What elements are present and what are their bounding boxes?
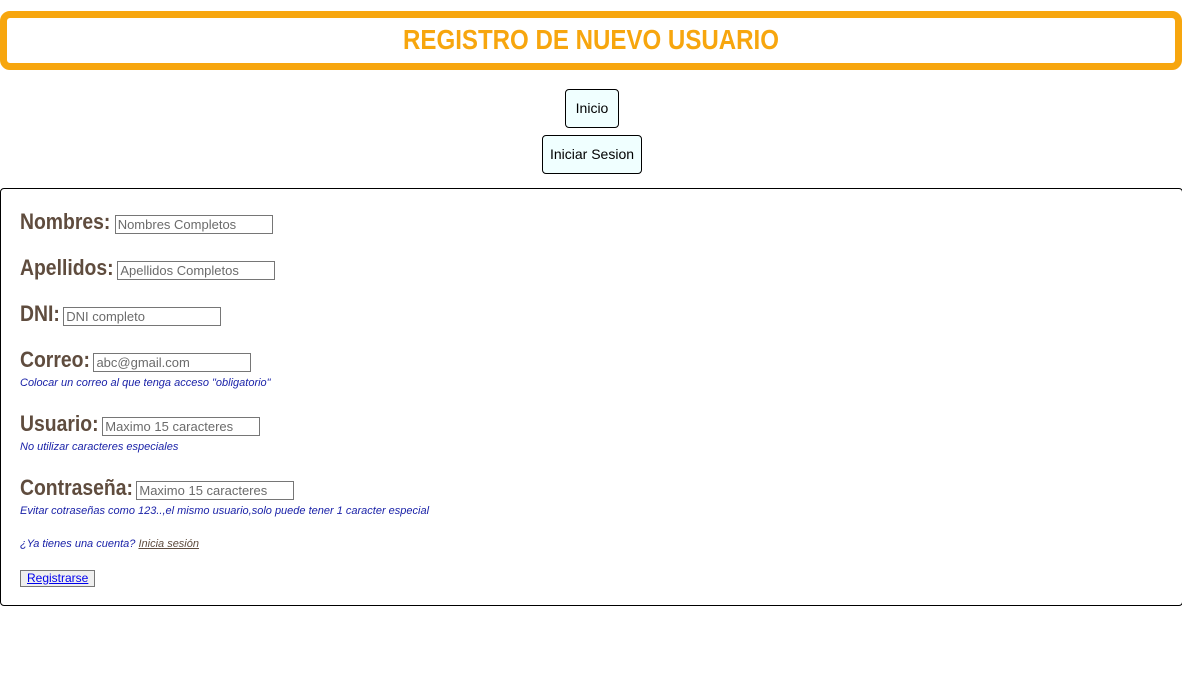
account-prompt-line: ¿Ya tienes una cuenta? Inicia sesión bbox=[20, 538, 199, 550]
correo-input[interactable] bbox=[93, 353, 252, 372]
nombres-input[interactable] bbox=[114, 215, 273, 234]
apellidos-row: Apellidos: bbox=[20, 255, 276, 281]
page-title: REGISTRO DE NUEVO USUARIO bbox=[403, 24, 779, 55]
usuario-hint: No utilizar caracteres especiales bbox=[20, 441, 179, 453]
login-button[interactable]: Iniciar Sesion bbox=[542, 135, 642, 174]
dni-row: DNI: bbox=[20, 301, 222, 327]
contrasena-row: Contraseña: bbox=[20, 475, 295, 501]
apellidos-input[interactable] bbox=[117, 261, 276, 280]
contrasena-hint: Evitar cotraseñas como 123..,el mismo us… bbox=[20, 505, 430, 517]
nombres-label: Nombres: bbox=[20, 209, 111, 234]
contrasena-input[interactable] bbox=[136, 481, 295, 500]
registration-form: Nombres: Apellidos: DNI: Correo: Colocar… bbox=[0, 188, 1182, 606]
login-link[interactable]: Inicia sesión bbox=[138, 538, 199, 550]
page-header-banner: REGISTRO DE NUEVO USUARIO bbox=[0, 11, 1182, 70]
nombres-row: Nombres: bbox=[20, 209, 273, 235]
dni-input[interactable] bbox=[63, 307, 222, 326]
correo-label: Correo: bbox=[20, 347, 90, 372]
correo-row: Correo: bbox=[20, 347, 252, 373]
home-button[interactable]: Inicio bbox=[565, 89, 619, 128]
register-button[interactable]: Registrarse bbox=[20, 570, 96, 587]
account-prompt-text: ¿Ya tienes una cuenta? bbox=[20, 538, 136, 550]
correo-hint: Colocar un correo al que tenga acceso "o… bbox=[20, 377, 271, 389]
dni-label: DNI: bbox=[20, 301, 60, 326]
usuario-input[interactable] bbox=[102, 417, 261, 436]
apellidos-label: Apellidos: bbox=[20, 255, 114, 280]
contrasena-label: Contraseña: bbox=[20, 475, 133, 500]
usuario-label: Usuario: bbox=[20, 411, 99, 436]
usuario-row: Usuario: bbox=[20, 411, 261, 437]
